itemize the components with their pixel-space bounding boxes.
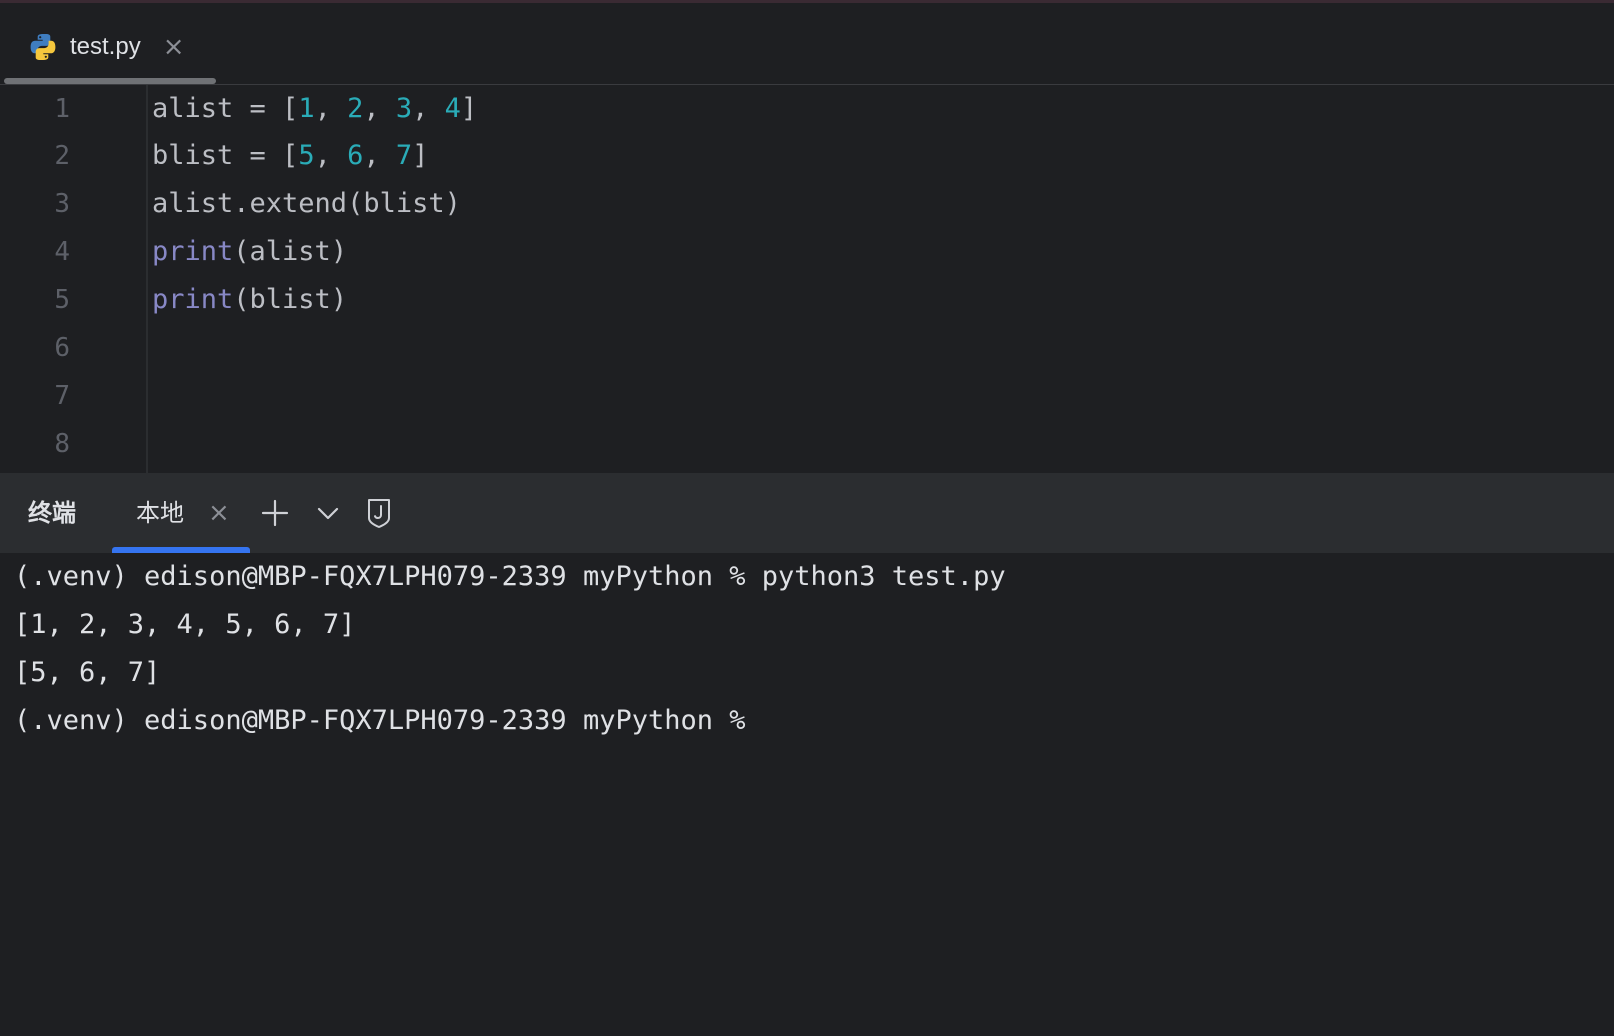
terminal-line: (.venv) edison@MBP-FQX7LPH079-2339 myPyt… — [14, 561, 1006, 592]
chevron-down-icon[interactable] — [312, 497, 344, 529]
line-number: 6 — [54, 333, 70, 363]
terminal-panel-title: 终端 — [28, 499, 76, 527]
code-line: 4 print(alist) — [0, 228, 1614, 276]
line-number: 4 — [54, 237, 70, 267]
tab-bar-scrollbar[interactable] — [4, 78, 216, 84]
terminal-output[interactable]: (.venv) edison@MBP-FQX7LPH079-2339 myPyt… — [0, 553, 1614, 1036]
code-line: 6 — [0, 324, 1614, 372]
python-icon — [30, 34, 56, 60]
line-number: 7 — [54, 381, 70, 411]
tab-local-label: 本地 — [136, 499, 184, 527]
terminal-prompt: (.venv) edison@MBP-FQX7LPH079-2339 myPyt… — [14, 705, 746, 736]
tab-local-close-icon[interactable]: × — [208, 473, 230, 553]
terminal-panel-header: 终端 本地 × — [0, 473, 1614, 553]
file-tab-close-icon[interactable]: × — [163, 34, 185, 60]
file-tab-test-py[interactable]: test.py × — [28, 27, 185, 67]
ide-window: test.py × 1 alist = [1, 2, 3, 4] 2 blist… — [0, 0, 1614, 1036]
tab-local[interactable]: 本地 × — [112, 473, 250, 553]
code-text[interactable]: print(alist) — [152, 228, 347, 276]
line-number: 5 — [54, 285, 70, 315]
code-text[interactable]: alist.extend(blist) — [152, 180, 461, 228]
line-number: 1 — [54, 94, 70, 124]
terminal-line: [5, 6, 7] — [14, 657, 161, 688]
plus-icon[interactable] — [259, 497, 291, 529]
code-line: 8 — [0, 420, 1614, 468]
terminal-line: [1, 2, 3, 4, 5, 6, 7] — [14, 609, 356, 640]
code-editor[interactable]: 1 alist = [1, 2, 3, 4] 2 blist = [5, 6, … — [0, 85, 1614, 473]
code-line: 5 print(blist) — [0, 276, 1614, 324]
shield-icon[interactable] — [363, 497, 395, 529]
code-text[interactable]: alist = [1, 2, 3, 4] — [152, 85, 477, 133]
editor-tab-bar: test.py × — [0, 3, 1614, 85]
line-number: 2 — [54, 141, 70, 171]
code-line: 2 blist = [5, 6, 7] — [0, 132, 1614, 180]
file-tab-label: test.py — [70, 33, 141, 60]
code-line: 7 — [0, 372, 1614, 420]
line-number: 8 — [54, 429, 70, 459]
line-number: 3 — [54, 189, 70, 219]
code-text[interactable]: blist = [5, 6, 7] — [152, 132, 428, 180]
code-line: 1 alist = [1, 2, 3, 4] — [0, 85, 1614, 133]
code-text[interactable]: print(blist) — [152, 276, 347, 324]
code-line: 3 alist.extend(blist) — [0, 180, 1614, 228]
